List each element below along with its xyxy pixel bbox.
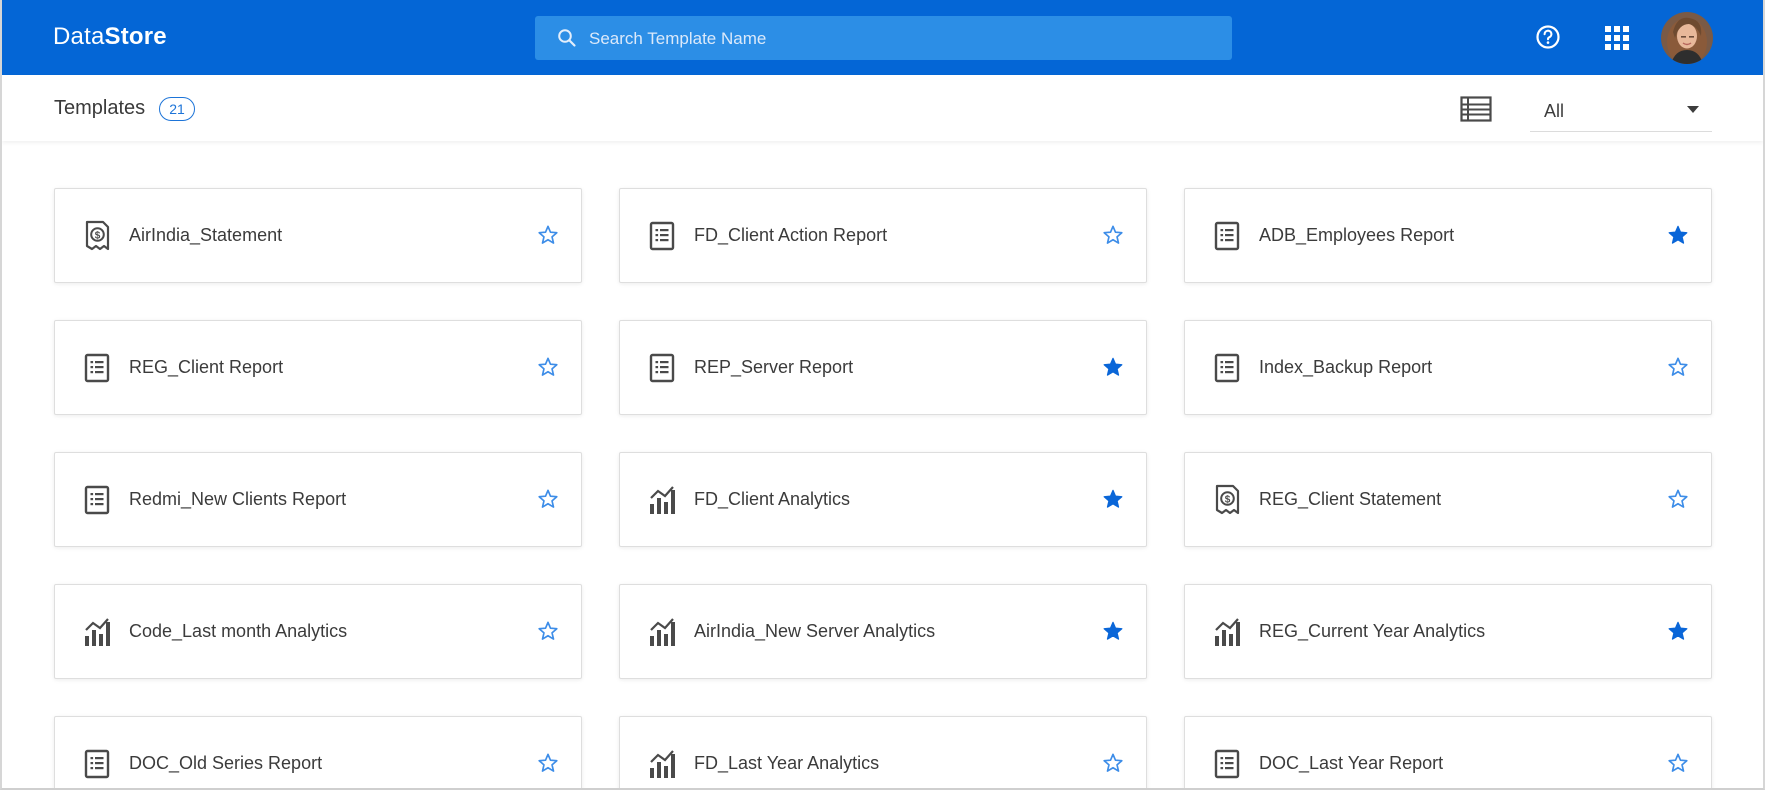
star-outline-icon[interactable] <box>537 356 559 378</box>
analytics-icon <box>648 747 676 781</box>
star-outline-icon[interactable] <box>1667 752 1689 774</box>
statement-icon <box>1213 483 1241 517</box>
star-outline-icon[interactable] <box>1667 488 1689 510</box>
template-name: Code_Last month Analytics <box>129 621 348 641</box>
report-icon <box>1213 747 1241 781</box>
star-outline-icon[interactable] <box>1667 356 1689 378</box>
template-card[interactable]: REG_Client Statement <box>1184 452 1712 547</box>
templates-count-badge: 21 <box>159 97 195 121</box>
filter-selected-value: All <box>1544 101 1565 121</box>
analytics-icon <box>648 483 676 517</box>
search-input[interactable]: Search Template Name <box>535 16 1232 60</box>
report-icon <box>83 747 111 781</box>
template-name: FD_Client Action Report <box>694 225 888 245</box>
star-filled-icon[interactable] <box>1102 620 1124 642</box>
star-filled-icon[interactable] <box>1102 356 1124 378</box>
avatar-image <box>1661 12 1713 64</box>
template-card[interactable]: REG_Current Year Analytics <box>1184 584 1712 679</box>
template-name: DOC_Last Year Report <box>1259 753 1444 773</box>
app-window: DataStore Search Template Name Templates… <box>0 0 1765 790</box>
report-icon <box>83 351 111 385</box>
template-name: REP_Server Report <box>694 357 854 377</box>
star-outline-icon[interactable] <box>537 620 559 642</box>
template-name: REG_Client Report <box>129 357 284 377</box>
template-card[interactable]: REP_Server Report <box>619 320 1147 415</box>
report-icon <box>648 219 676 253</box>
apps-grid-icon[interactable] <box>1604 25 1630 51</box>
top-navigation-bar: DataStore Search Template Name <box>2 0 1763 75</box>
template-name: AirIndia_Statement <box>129 225 283 245</box>
chevron-down-icon <box>1687 106 1699 113</box>
star-outline-icon[interactable] <box>1102 224 1124 246</box>
statement-icon <box>83 219 111 253</box>
star-outline-icon[interactable] <box>537 224 559 246</box>
template-card[interactable]: ADB_Employees Report <box>1184 188 1712 283</box>
template-card[interactable]: DOC_Last Year Report <box>1184 716 1712 788</box>
template-card[interactable]: FD_Last Year Analytics <box>619 716 1147 788</box>
report-icon <box>83 483 111 517</box>
report-icon <box>648 351 676 385</box>
star-filled-icon[interactable] <box>1102 488 1124 510</box>
template-card[interactable]: FD_Client Analytics <box>619 452 1147 547</box>
template-name: DOC_Old Series Report <box>129 753 323 773</box>
template-name: FD_Last Year Analytics <box>694 753 880 773</box>
star-outline-icon[interactable] <box>537 488 559 510</box>
search-placeholder: Search Template Name <box>589 29 767 48</box>
template-card[interactable]: Code_Last month Analytics <box>54 584 582 679</box>
filter-select[interactable]: All <box>1530 87 1712 132</box>
star-outline-icon[interactable] <box>1102 752 1124 774</box>
brand-logo[interactable]: DataStore <box>53 23 167 51</box>
brand-logo-part1: Data <box>53 23 105 50</box>
analytics-icon <box>83 615 111 649</box>
help-icon[interactable] <box>1535 24 1561 50</box>
template-name: Redmi_New Clients Report <box>129 489 347 509</box>
analytics-icon <box>648 615 676 649</box>
report-icon <box>1213 351 1241 385</box>
page-title: Templates <box>54 97 146 119</box>
template-name: REG_Current Year Analytics <box>1259 621 1486 641</box>
template-name: REG_Client Statement <box>1259 489 1442 509</box>
template-card[interactable]: Index_Backup Report <box>1184 320 1712 415</box>
template-name: Index_Backup Report <box>1259 357 1433 377</box>
template-card[interactable]: FD_Client Action Report <box>619 188 1147 283</box>
star-outline-icon[interactable] <box>537 752 559 774</box>
template-name: FD_Client Analytics <box>694 489 851 509</box>
search-icon <box>558 29 576 47</box>
list-view-icon[interactable] <box>1460 96 1492 122</box>
avatar[interactable] <box>1661 12 1713 64</box>
analytics-icon <box>1213 615 1241 649</box>
templates-header: Templates 21 All <box>2 75 1763 141</box>
template-card[interactable]: AirIndia_New Server Analytics <box>619 584 1147 679</box>
template-name: AirIndia_New Server Analytics <box>694 621 936 641</box>
report-icon <box>1213 219 1241 253</box>
brand-logo-part2: Store <box>104 23 167 50</box>
template-name: ADB_Employees Report <box>1259 225 1455 245</box>
star-filled-icon[interactable] <box>1667 620 1689 642</box>
template-card[interactable]: AirIndia_Statement <box>54 188 582 283</box>
template-card[interactable]: REG_Client Report <box>54 320 582 415</box>
template-card[interactable]: DOC_Old Series Report <box>54 716 582 788</box>
template-card[interactable]: Redmi_New Clients Report <box>54 452 582 547</box>
star-filled-icon[interactable] <box>1667 224 1689 246</box>
